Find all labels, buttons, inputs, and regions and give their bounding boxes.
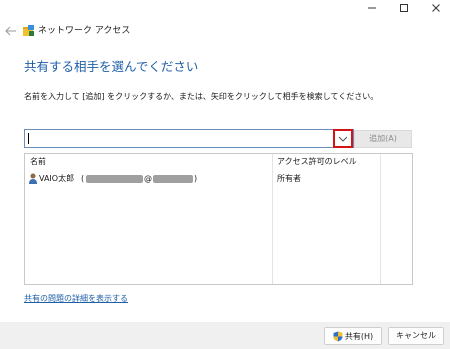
column-header-name[interactable]: 名前: [30, 154, 46, 170]
instruction-text: 名前を入力して [追加] をクリックするか、または、矢印をクリックして相手を検索…: [24, 92, 379, 101]
dialog-title: ネットワーク アクセス: [38, 26, 131, 36]
sharing-help-link[interactable]: 共有の問題の詳細を表示する: [24, 293, 128, 304]
network-folder-icon: [23, 25, 34, 36]
name-input[interactable]: [24, 129, 354, 148]
user-icon: [29, 173, 37, 184]
close-button[interactable]: [421, 0, 450, 16]
minimize-button[interactable]: [357, 0, 387, 16]
redacted-email-user: [86, 175, 143, 183]
share-button-label: 共有(H): [344, 331, 374, 341]
minimize-icon: [368, 7, 376, 9]
dialog-header: ネットワーク アクセス: [0, 20, 450, 42]
title-bar: [0, 0, 450, 16]
at-sign: @: [144, 174, 152, 183]
list-item[interactable]: VAIO太郎 ( @ ) 所有者: [25, 172, 412, 186]
back-arrow-icon[interactable]: [5, 26, 17, 36]
redacted-email-domain: [153, 175, 193, 183]
column-header-permission[interactable]: アクセス許可のレベル: [277, 154, 357, 170]
text-caret: [28, 133, 29, 144]
uac-shield-icon: [333, 331, 343, 341]
share-button[interactable]: 共有(H): [324, 327, 382, 345]
sharing-list: 名前 アクセス許可のレベル VAIO太郎 ( @ ) 所有者: [24, 153, 413, 285]
cancel-button[interactable]: キャンセル: [388, 327, 444, 345]
page-heading: 共有する相手を選んでください: [24, 59, 199, 74]
maximize-icon: [400, 4, 408, 12]
chevron-down-icon: [338, 136, 348, 142]
add-button[interactable]: 追加(A): [354, 130, 412, 148]
dialog-footer: [0, 322, 450, 349]
permission-level: 所有者: [277, 174, 301, 183]
close-icon: [432, 4, 440, 12]
close-paren: ): [194, 174, 198, 183]
maximize-button[interactable]: [389, 0, 419, 16]
user-name: VAIO太郎: [39, 174, 75, 183]
open-paren: (: [81, 174, 85, 183]
dropdown-arrow-button[interactable]: [333, 129, 353, 148]
